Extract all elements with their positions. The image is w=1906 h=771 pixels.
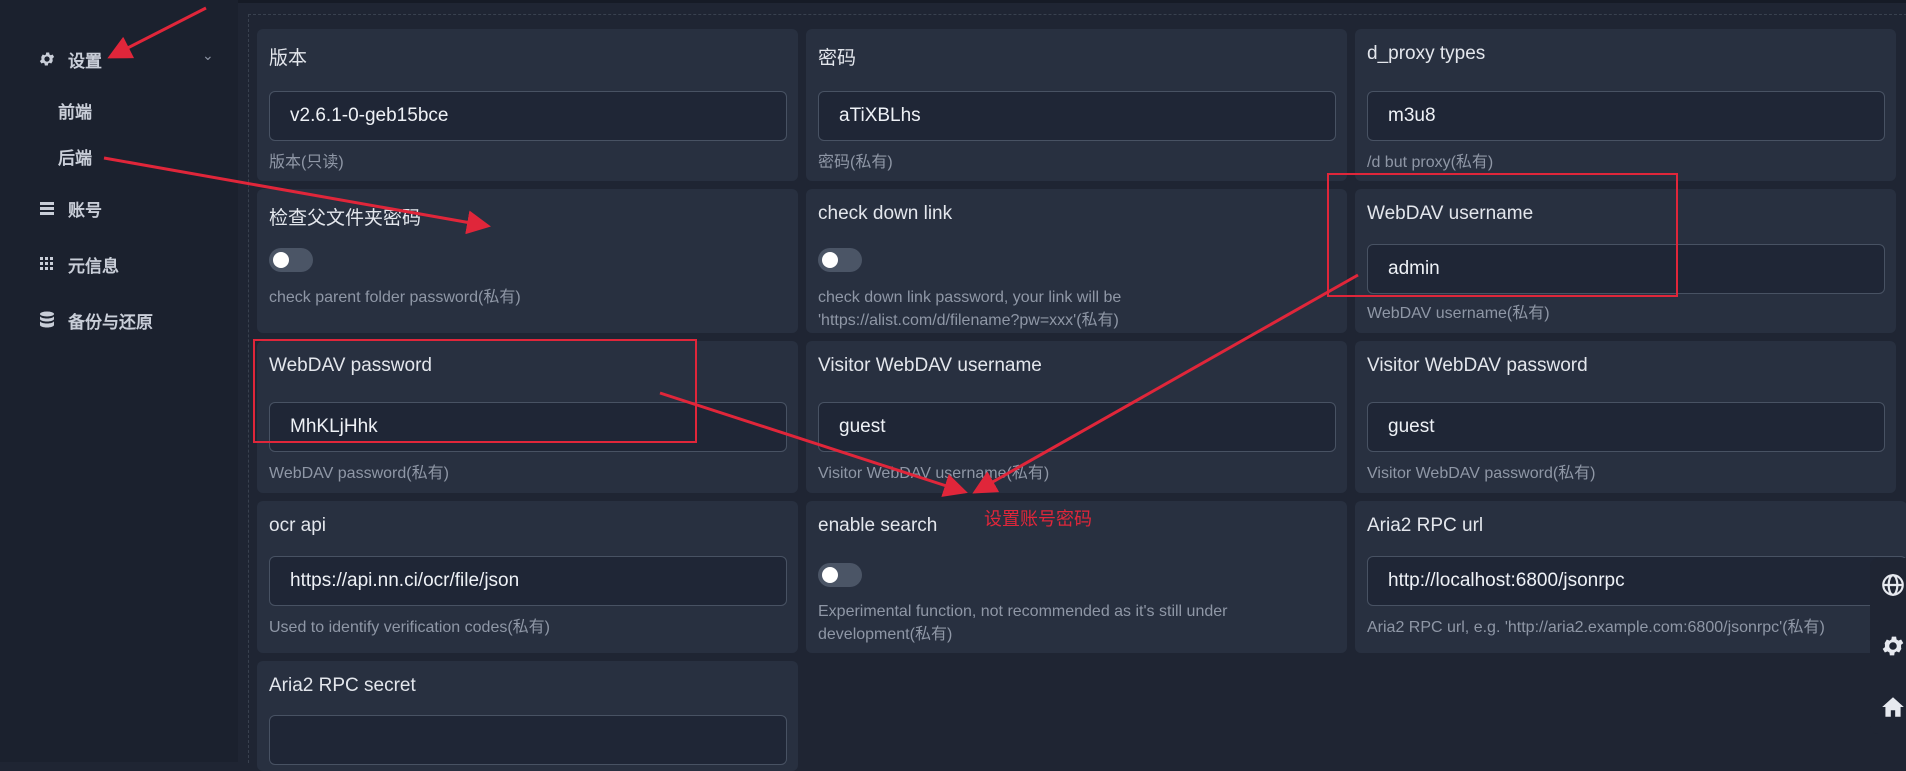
arrow-to-settings bbox=[107, 6, 207, 59]
annotation-arrows bbox=[103, 6, 1359, 497]
arrow-from-password bbox=[659, 391, 968, 497]
globe-icon[interactable] bbox=[1880, 572, 1906, 598]
home-icon[interactable] bbox=[1880, 694, 1906, 720]
gear-icon[interactable] bbox=[1880, 633, 1906, 659]
arrow-to-backend-settings bbox=[103, 156, 491, 235]
arrow-from-username bbox=[972, 273, 1359, 494]
floating-toolbar bbox=[1870, 558, 1906, 734]
